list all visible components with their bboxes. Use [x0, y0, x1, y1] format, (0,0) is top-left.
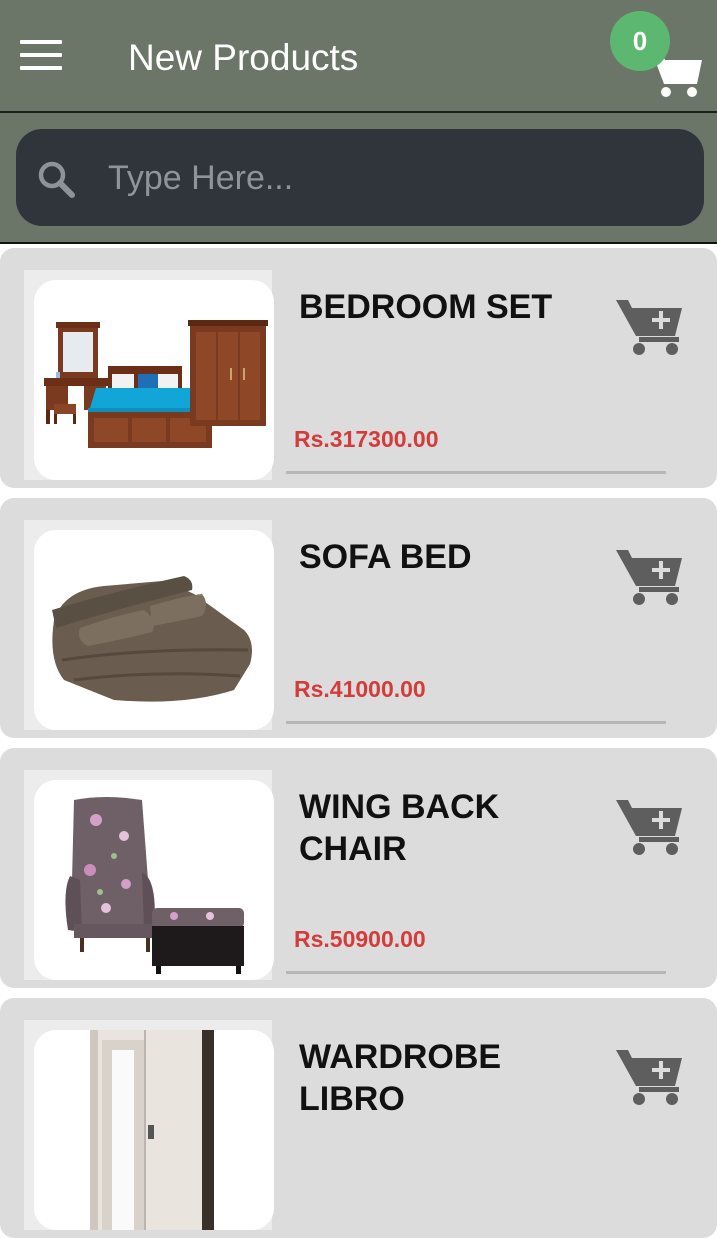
- product-image: [34, 1030, 274, 1230]
- menu-line-icon: [20, 53, 62, 57]
- app-bar: New Products 0: [0, 0, 717, 113]
- bedroom-set-image: [44, 320, 268, 448]
- product-name: WING BACK CHAIR: [299, 788, 500, 868]
- wing-back-chair-image: [65, 797, 244, 974]
- sofa-bed-image: [52, 576, 253, 702]
- divider: [286, 971, 666, 974]
- product-card[interactable]: WING BACK CHAIR Rs.50900.00: [0, 748, 717, 988]
- divider: [286, 721, 666, 724]
- search-input[interactable]: [108, 153, 668, 203]
- add-to-cart-icon[interactable]: [614, 1046, 686, 1106]
- product-price: Rs.41000.00: [294, 676, 426, 702]
- add-to-cart-icon[interactable]: [614, 296, 686, 356]
- add-to-cart-icon[interactable]: [614, 546, 686, 606]
- menu-button[interactable]: [20, 40, 62, 70]
- search-bar: [0, 113, 717, 244]
- cart-button[interactable]: 0: [608, 10, 708, 102]
- product-image: [34, 530, 274, 730]
- cart-count-badge: 0: [610, 11, 670, 71]
- product-name: SOFA BED: [299, 538, 472, 576]
- page-title: New Products: [128, 37, 359, 78]
- product-price: Rs.50900.00: [294, 926, 426, 952]
- add-to-cart-icon[interactable]: [614, 796, 686, 856]
- search-icon: [38, 161, 75, 198]
- product-image: [34, 280, 274, 480]
- wardrobe-image: [90, 1030, 214, 1230]
- search-box: [16, 129, 704, 226]
- product-price: Rs.317300.00: [294, 426, 439, 452]
- product-card[interactable]: BEDROOM SET Rs.317300.00: [0, 248, 717, 488]
- divider: [286, 471, 666, 474]
- product-card[interactable]: WARDROBE LIBRO: [0, 998, 717, 1238]
- product-name: WARDROBE LIBRO: [299, 1038, 502, 1118]
- product-name: BEDROOM SET: [299, 288, 553, 326]
- menu-line-icon: [20, 66, 62, 70]
- product-image: [34, 780, 274, 980]
- product-card[interactable]: SOFA BED Rs.41000.00: [0, 498, 717, 738]
- menu-line-icon: [20, 40, 62, 44]
